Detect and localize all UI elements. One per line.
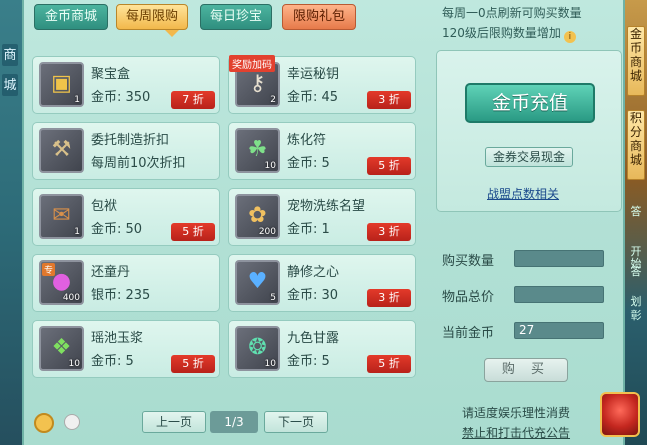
gift-chest-icon[interactable] [600, 392, 640, 437]
pill-icon: ● 专 400 [39, 260, 84, 305]
active-tab-pointer [165, 30, 179, 37]
next-page-button[interactable]: 下一页 [264, 411, 328, 433]
item-qty: 400 [62, 293, 80, 303]
tab-weekly-limited[interactable]: 每周限购 [116, 4, 188, 30]
buy-button[interactable]: 购 买 [484, 358, 568, 382]
sidebar-tab-points-shop[interactable]: 积分商城 [627, 110, 645, 180]
item-price: 每周前10次折扣 [91, 156, 186, 171]
item-card-2[interactable]: ⚷ 2 奖励加码 幸运秘钥 金币: 45 3 折 [228, 55, 416, 114]
prev-page-button[interactable]: 上一页 [142, 411, 206, 433]
discount-badge: 3 折 [367, 223, 411, 241]
sidebar-cut-text-4: 划 [630, 295, 642, 308]
tab-daily-treasure[interactable]: 每日珍宝 [200, 4, 272, 30]
qty-label: 购买数量 [442, 254, 495, 269]
total-label: 物品总价 [442, 290, 495, 305]
footer-announcement[interactable]: 禁止和打击代充公告 [462, 424, 570, 441]
sidebar-cut-text-1: 答 [630, 205, 642, 218]
discount-badge: 5 折 [367, 157, 411, 175]
item-qty: 10 [264, 161, 276, 171]
talisman-icon: ☘ 10 [235, 128, 280, 173]
sidebar-tab-gold-shop[interactable]: 金币商城 [627, 26, 645, 96]
notice-level: 120级后限购数量增加 i [442, 24, 576, 43]
treasure-box-icon: ▣ 1 [39, 62, 84, 107]
item-name: 静修之心 [287, 265, 340, 280]
search-icon[interactable] [34, 413, 54, 433]
item-name: 聚宝盒 [91, 67, 131, 82]
notice-refresh: 每周一0点刷新可购买数量 [442, 6, 582, 20]
hammer-icon: ⚒ [39, 128, 84, 173]
recharge-box: 金币充值 金券交易现金 战盟点数相关 [436, 50, 622, 212]
item-qty: 10 [68, 359, 80, 369]
info-icon[interactable]: i [563, 31, 576, 43]
exclusive-tag: 专 [42, 263, 56, 276]
qty-field[interactable] [514, 250, 604, 267]
item-card-4[interactable]: ☘ 10 炼化符 金币: 5 5 折 [228, 122, 416, 180]
item-price: 金币: 1 [287, 222, 330, 237]
item-price: 银币: 235 [91, 288, 151, 303]
sidebar-cut-text-3: 答 [630, 265, 642, 278]
bonus-ribbon: 奖励加码 [229, 55, 275, 72]
gold-recharge-button[interactable]: 金币充值 [465, 83, 595, 123]
item-price: 金币: 5 [287, 156, 330, 171]
current-gold-field: 27 [514, 322, 604, 339]
item-price: 金币: 350 [91, 90, 151, 105]
dew-potion-icon: ❂ 10 [235, 326, 280, 371]
total-field [514, 286, 604, 303]
item-qty: 10 [264, 359, 276, 369]
item-qty: 1 [74, 227, 80, 237]
item-card-6[interactable]: ✿ 200 宠物洗练名望 金币: 1 3 折 [228, 188, 416, 246]
item-card-9[interactable]: ❖ 10 瑶池玉浆 金币: 5 5 折 [32, 320, 220, 378]
item-name: 九色甘露 [287, 331, 340, 346]
left-edge-strip: 商 城 [0, 0, 22, 445]
paw-icon: ✿ 200 [235, 194, 280, 239]
item-card-5[interactable]: ✉ 1 包袱 金币: 50 5 折 [32, 188, 220, 246]
discount-badge: 7 折 [171, 91, 215, 109]
announcement-link[interactable]: 禁止和打击代充公告 [462, 426, 570, 440]
item-name: 包袱 [91, 199, 118, 214]
discount-badge: 5 折 [171, 355, 215, 373]
item-name: 宠物洗练名望 [287, 199, 366, 214]
shop-panel: 金币商城 每周限购 每日珍宝 限购礼包 每周一0点刷新可购买数量 120级后限购… [22, 0, 625, 445]
current-gold-label: 当前金币 [442, 326, 495, 341]
item-name: 还童丹 [91, 265, 131, 280]
page-indicator: 1/3 [210, 411, 258, 433]
item-name: 炼化符 [287, 133, 327, 148]
item-card-10[interactable]: ❂ 10 九色甘露 金币: 5 5 折 [228, 320, 416, 378]
status-dot-icon [64, 414, 80, 430]
item-price: 金币: 5 [91, 354, 134, 369]
notice-level-text: 120级后限购数量增加 [442, 26, 561, 40]
item-name: 瑶池玉浆 [91, 331, 144, 346]
discount-badge: 5 折 [171, 223, 215, 241]
item-price: 金币: 30 [287, 288, 339, 303]
sidebar-cut-text-5: 彰 [630, 309, 642, 322]
footer-notice: 请适度娱乐理性消费 [462, 406, 571, 420]
tab-limited-gift[interactable]: 限购礼包 [282, 4, 356, 30]
heart-icon: ♥ 5 [235, 260, 280, 305]
item-price: 金币: 45 [287, 90, 339, 105]
item-qty: 5 [270, 293, 276, 303]
item-qty: 200 [258, 227, 276, 237]
left-edge-char-2: 城 [2, 74, 18, 96]
item-qty: 2 [270, 95, 276, 105]
discount-badge: 3 折 [367, 289, 411, 307]
alliance-points-link[interactable]: 战盟点数相关 [487, 185, 559, 202]
item-card-3[interactable]: ⚒ 委托制造折扣 每周前10次折扣 [32, 122, 220, 180]
item-card-7[interactable]: ● 专 400 还童丹 银币: 235 [32, 254, 220, 312]
item-price: 金币: 5 [287, 354, 330, 369]
item-qty: 1 [74, 95, 80, 105]
bag-icon: ✉ 1 [39, 194, 84, 239]
item-name: 委托制造折扣 [91, 133, 170, 148]
tab-gold-shop[interactable]: 金币商城 [34, 4, 108, 30]
discount-badge: 3 折 [367, 91, 411, 109]
discount-badge: 5 折 [367, 355, 411, 373]
item-card-8[interactable]: ♥ 5 静修之心 金币: 30 3 折 [228, 254, 416, 312]
item-price: 金币: 50 [91, 222, 143, 237]
item-card-1[interactable]: ▣ 1 聚宝盒 金币: 350 7 折 [32, 56, 220, 114]
jade-potion-icon: ❖ 10 [39, 326, 84, 371]
right-sidebar: 金币商城 积分商城 答 开始 答 划 彰 [625, 0, 647, 445]
left-edge-char-1: 商 [2, 44, 18, 66]
coupon-exchange-button[interactable]: 金券交易现金 [485, 147, 573, 167]
item-name: 幸运秘钥 [287, 67, 340, 82]
